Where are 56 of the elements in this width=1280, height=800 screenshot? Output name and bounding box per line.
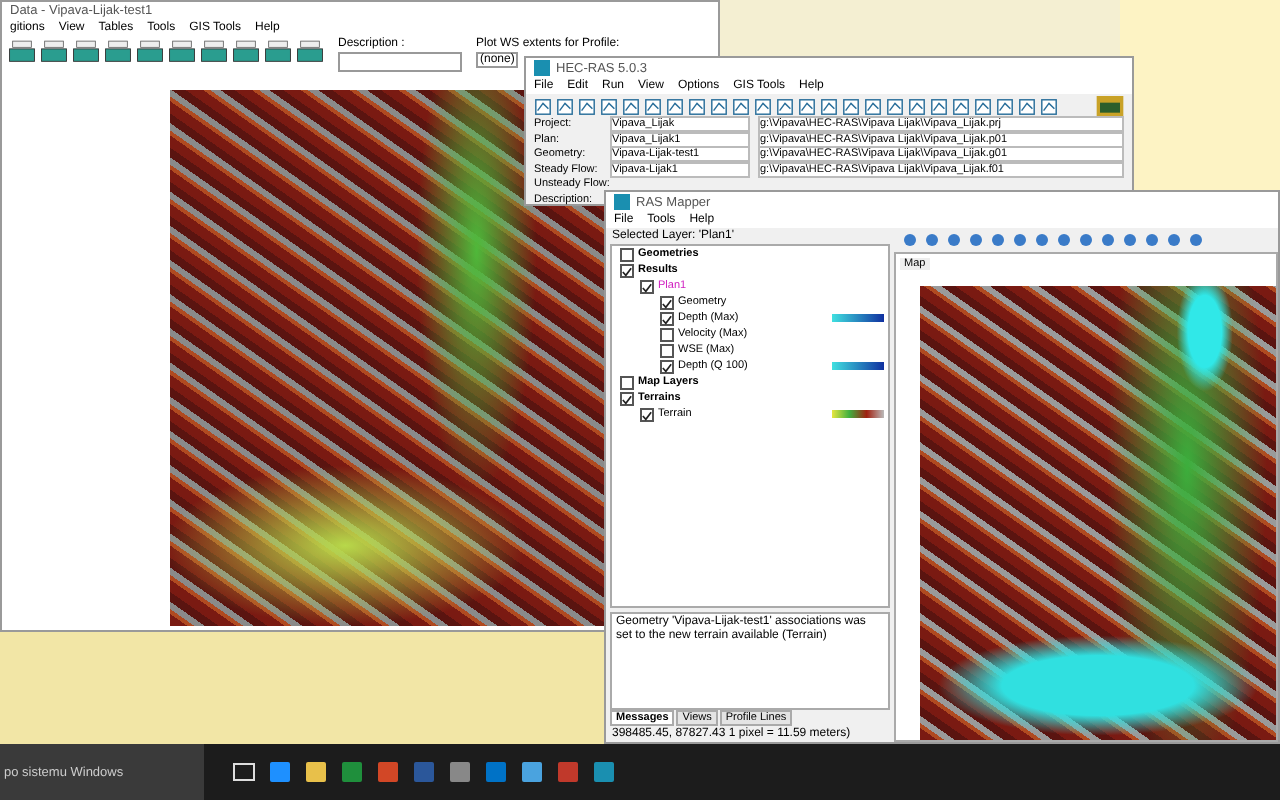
taskbar-app-icon[interactable] [340, 760, 364, 784]
toolbar-tool-icon[interactable] [1018, 97, 1036, 115]
toolbar-tool-icon[interactable] [534, 97, 552, 115]
toolbar-tool-icon[interactable] [8, 38, 36, 66]
toolbar-tool-icon[interactable] [136, 38, 164, 66]
layer-checkbox[interactable] [640, 407, 654, 421]
taskbar-app-icon[interactable] [520, 760, 544, 784]
toolbar-tool-icon[interactable] [996, 97, 1014, 115]
toolbar-tool-icon[interactable] [908, 97, 926, 115]
toolbar-tool-icon[interactable] [798, 97, 816, 115]
taskbar-app-icon[interactable] [304, 760, 328, 784]
layer-checkbox[interactable] [660, 311, 674, 325]
toolbar-tool-icon[interactable] [842, 97, 860, 115]
toolbar-tool-icon[interactable] [776, 97, 794, 115]
taskbar-app-icon[interactable] [592, 760, 616, 784]
toolbar-tool-icon[interactable] [754, 97, 772, 115]
taskbar-app-icon[interactable] [448, 760, 472, 784]
toolbar-tool-icon[interactable] [732, 97, 750, 115]
layer-checkbox[interactable] [640, 279, 654, 293]
app-icon [614, 194, 630, 210]
layer-checkbox[interactable] [620, 247, 634, 261]
description-field[interactable] [338, 52, 462, 72]
layer-checkbox[interactable] [660, 295, 674, 309]
toolbar-tool-icon[interactable] [600, 97, 618, 115]
toolbar-tool-icon[interactable] [974, 97, 992, 115]
toolbar-tool-icon[interactable] [232, 38, 260, 66]
taskbar-app-icon[interactable] [268, 760, 292, 784]
toolbar-tool-icon[interactable] [296, 38, 324, 66]
toolbar-tool-icon[interactable] [72, 38, 100, 66]
layer-checkbox[interactable] [660, 327, 674, 341]
dam-logo-icon [1096, 96, 1124, 116]
toolbar-tool-icon[interactable] [622, 97, 640, 115]
toolbar-tool-icon[interactable] [264, 38, 292, 66]
toolbar-tool-icon[interactable] [886, 97, 904, 115]
toolbar-tool-icon[interactable] [644, 97, 662, 115]
toolbar-tool-icon[interactable] [200, 38, 228, 66]
app-icon [534, 60, 550, 76]
toolbar-tool-icon[interactable] [666, 97, 684, 115]
toolbar-tool-icon[interactable] [952, 97, 970, 115]
toolbar-tool-icon[interactable] [40, 38, 68, 66]
layer-checkbox[interactable] [620, 391, 634, 405]
layer-checkbox[interactable] [660, 343, 674, 357]
layer-checkbox[interactable] [620, 375, 634, 389]
toolbar-tool-icon[interactable] [1040, 97, 1058, 115]
toolbar-tool-icon[interactable] [864, 97, 882, 115]
toolbar-tool-icon[interactable] [710, 97, 728, 115]
task-view-icon[interactable] [232, 760, 256, 784]
layer-checkbox[interactable] [660, 359, 674, 373]
toolbar-tool-icon[interactable] [688, 97, 706, 115]
toolbar-tool-icon[interactable] [168, 38, 196, 66]
toolbar-tool-icon[interactable] [556, 97, 574, 115]
toolbar-tool-icon[interactable] [104, 38, 132, 66]
layer-checkbox[interactable] [620, 263, 634, 277]
toolbar-tool-icon[interactable] [930, 97, 948, 115]
toolbar-tool-icon[interactable] [820, 97, 838, 115]
toolbar-tool-icon[interactable] [578, 97, 596, 115]
